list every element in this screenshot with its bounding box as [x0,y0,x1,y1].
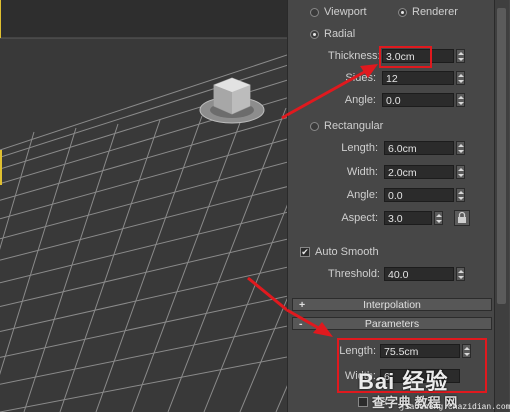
view-cube-icon[interactable] [199,77,265,124]
partial-checkbox[interactable]: Ca [358,396,387,408]
radio-radial-indicator [310,29,319,39]
interpolation-rollout[interactable]: + Interpolation [292,298,492,311]
rect-angle-label: Angle: [346,189,378,201]
radio-rectangular-label: Rectangular [324,120,384,132]
annotation-arrow-2 [247,276,287,312]
parameters-rollout[interactable]: - Parameters [292,317,492,330]
aspect-lock-icon[interactable] [454,210,470,226]
radio-renderer-label: Renderer [412,6,458,18]
threshold-field[interactable]: 40.0 [384,267,454,281]
auto-smooth-check-icon: ✔ [300,247,310,257]
aspect-label: Aspect: [341,212,378,224]
sides-spinner[interactable] [456,71,465,85]
scrollbar-thumb[interactable] [497,8,506,304]
rect-width-field[interactable]: 2.0cm [384,165,454,179]
rect-length-label: Length: [341,142,378,154]
sides-label: Sides: [345,72,376,84]
sides-field[interactable]: 12 [382,71,454,85]
viewport-scene [0,0,287,412]
radio-rectangular[interactable]: Rectangular [310,120,383,132]
threshold-label: Threshold: [328,268,380,280]
auto-smooth-label: Auto Smooth [315,246,379,258]
radio-viewport[interactable]: Viewport [310,6,367,18]
rect-width-spinner[interactable] [456,165,465,179]
radio-radial[interactable]: Radial [310,28,355,40]
thickness-spinner[interactable] [456,49,465,63]
aspect-spinner[interactable] [434,211,443,225]
rect-angle-field[interactable]: 0.0 [384,188,454,202]
rect-width-label: Width: [346,166,378,178]
rect-length-spinner[interactable] [456,141,465,155]
rect-angle-spinner[interactable] [456,188,465,202]
radial-angle-field[interactable]: 0.0 [382,93,454,107]
radio-radial-label: Radial [324,28,356,40]
radial-angle-spinner[interactable] [456,93,465,107]
thickness-highlight [379,46,432,68]
3d-viewport[interactable] [0,0,287,412]
aspect-field[interactable]: 3.0 [384,211,432,225]
modifier-panel: Viewport Renderer Radial Thickness: 3.0c… [287,0,510,412]
radio-viewport-indicator [310,7,319,17]
panel-scrollbar[interactable] [494,0,509,412]
auto-smooth-checkbox[interactable]: ✔ Auto Smooth [300,246,379,258]
interpolation-title: Interpolation [363,299,421,311]
rect-length-field[interactable]: 6.0cm [384,141,454,155]
radio-rectangular-indicator [310,121,319,131]
partial-check-icon [358,397,368,407]
radio-renderer-indicator [398,7,407,17]
parameters-title: Parameters [364,318,420,330]
radio-viewport-label: Viewport [324,6,367,18]
partial-label: Ca [373,396,388,408]
threshold-spinner[interactable] [456,267,465,281]
radio-renderer[interactable]: Renderer [398,6,458,18]
thickness-label: Thickness: [328,50,381,62]
radial-angle-label: Angle: [344,94,376,106]
parameters-highlight [337,338,487,393]
